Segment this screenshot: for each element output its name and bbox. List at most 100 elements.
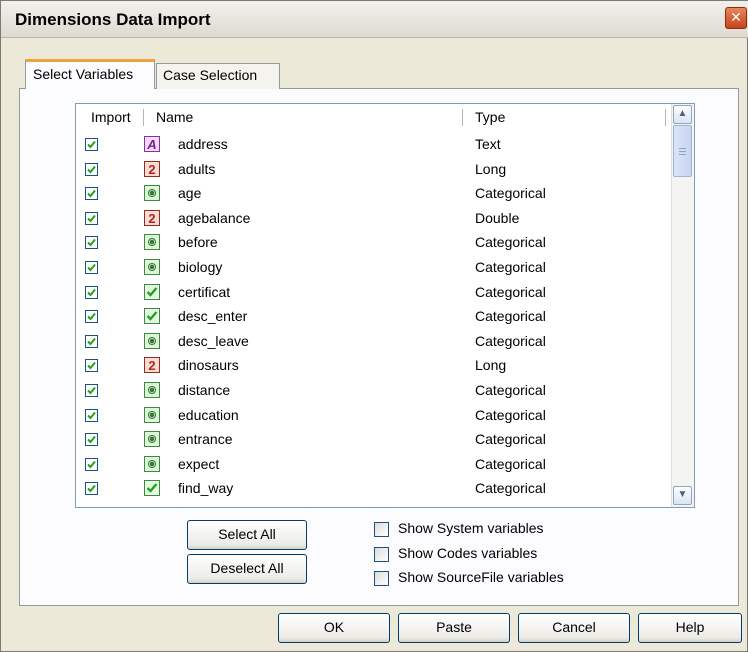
variable-name: distance (178, 382, 231, 398)
import-checkbox[interactable] (85, 285, 98, 299)
variable-name: expect (178, 455, 220, 472)
categorical-variable-icon (144, 406, 160, 423)
table-row[interactable]: 2 agebalance Double (76, 208, 672, 233)
import-checkbox[interactable] (85, 138, 98, 151)
table-row[interactable]: before Categorical (76, 232, 672, 257)
show-system-variables-checkbox[interactable] (374, 522, 389, 537)
column-divider[interactable] (462, 109, 463, 126)
table-row[interactable]: education Categorical (76, 405, 672, 430)
categorical-variable-icon (144, 382, 160, 398)
column-divider[interactable] (143, 109, 144, 126)
scroll-thumb[interactable] (673, 125, 692, 177)
variable-type: Categorical (475, 382, 546, 398)
variable-type: Categorical (475, 332, 546, 349)
type-column-header[interactable]: Type (475, 109, 505, 125)
select-all-button[interactable]: Select All (187, 520, 307, 550)
table-row[interactable]: age Categorical (76, 183, 672, 208)
table-row[interactable]: biology Categorical (76, 257, 672, 282)
show-sourcefile-variables-checkbox[interactable] (374, 571, 389, 586)
variable-type: Categorical (475, 406, 546, 423)
variable-name: before (178, 234, 218, 251)
variable-type: Text (475, 136, 501, 152)
tab-label: Case Selection (163, 67, 258, 83)
variable-type: Double (475, 209, 520, 226)
import-checkbox[interactable] (85, 482, 98, 496)
categorical-variable-icon (144, 431, 160, 448)
import-column-header[interactable]: Import (91, 109, 131, 125)
variable-type: Long (475, 160, 507, 177)
variable-name: dinosaurs (178, 357, 239, 374)
numeric-variable-icon: 2 (144, 209, 160, 226)
import-checkbox[interactable] (85, 408, 98, 422)
column-divider[interactable] (665, 109, 666, 126)
dialog-title: Dimensions Data Import (15, 10, 211, 29)
help-button[interactable]: Help (638, 613, 742, 643)
variables-list[interactable]: Import Name Type Aaddress Text 2 adults Long… (75, 103, 695, 508)
variable-name: education (178, 406, 239, 423)
vertical-scrollbar[interactable]: ▲ ▼ (671, 104, 694, 507)
paste-label: Paste (436, 619, 472, 635)
import-checkbox[interactable] (85, 457, 98, 471)
tab-select-variables[interactable]: Select Variables (25, 59, 155, 89)
variable-type: Categorical (475, 283, 546, 300)
close-button[interactable]: ✕ (725, 7, 747, 29)
title-bar[interactable]: Dimensions Data Import ✕ (1, 1, 748, 38)
table-row[interactable]: 2 adults Long (76, 159, 672, 184)
multi-response-variable-icon (144, 283, 160, 300)
tab-label: Select Variables (33, 66, 134, 82)
import-checkbox[interactable] (85, 162, 98, 176)
cancel-label: Cancel (552, 619, 596, 635)
import-checkbox[interactable] (85, 211, 98, 225)
variable-name: entrance (178, 431, 233, 448)
variable-type: Categorical (475, 234, 546, 251)
variable-type: Long (475, 357, 507, 374)
import-checkbox[interactable] (85, 310, 98, 324)
table-row[interactable]: find_way Categorical (76, 478, 672, 503)
import-checkbox[interactable] (85, 433, 98, 447)
import-checkbox[interactable] (85, 384, 98, 397)
select-all-label: Select All (218, 526, 276, 542)
grip-line (679, 154, 686, 155)
arrow-up-icon: ▲ (677, 108, 688, 119)
table-row[interactable]: desc_enter Categorical (76, 306, 672, 331)
close-icon: ✕ (730, 9, 742, 25)
table-row[interactable]: expect Categorical (76, 454, 672, 479)
table-row[interactable]: desc_leave Categorical (76, 331, 672, 356)
deselect-all-label: Deselect All (210, 560, 284, 576)
numeric-variable-icon: 2 (144, 357, 160, 374)
table-row[interactable]: certificat Categorical (76, 282, 672, 307)
variable-type: Categorical (475, 308, 546, 325)
show-sourcefile-variables-label: Show SourceFile variables (398, 569, 564, 585)
table-row[interactable]: Aaddress Text (76, 134, 672, 159)
multi-response-variable-icon (144, 480, 160, 497)
categorical-variable-icon (144, 234, 160, 251)
numeric-variable-icon: 2 (144, 160, 160, 177)
help-label: Help (675, 619, 705, 635)
grip-line (679, 148, 686, 149)
show-codes-variables-checkbox[interactable] (374, 547, 389, 562)
cancel-button[interactable]: Cancel (518, 613, 630, 643)
arrow-down-icon: ▼ (677, 489, 688, 500)
import-checkbox[interactable] (85, 359, 98, 373)
table-row[interactable]: entrance Categorical (76, 429, 672, 454)
scroll-down-button[interactable]: ▼ (673, 486, 692, 505)
show-system-variables-label: Show System variables (398, 520, 544, 536)
import-checkbox[interactable] (85, 261, 98, 274)
deselect-all-button[interactable]: Deselect All (187, 554, 307, 584)
import-checkbox[interactable] (85, 236, 98, 250)
tab-case-selection[interactable]: Case Selection (156, 63, 280, 89)
categorical-variable-icon (144, 259, 160, 275)
table-row[interactable]: 2 dinosaurs Long (76, 355, 672, 380)
import-checkbox[interactable] (85, 334, 98, 348)
table-row[interactable]: distance Categorical (76, 380, 672, 405)
variable-name: desc_leave (178, 332, 249, 349)
dimensions-data-import-dialog: Dimensions Data Import ✕ Select Variable… (0, 0, 748, 652)
scroll-up-button[interactable]: ▲ (673, 105, 692, 124)
ok-label: OK (323, 619, 345, 635)
ok-button[interactable]: OK (278, 613, 390, 643)
paste-button[interactable]: Paste (398, 613, 510, 643)
variable-type: Categorical (475, 259, 546, 275)
import-checkbox[interactable] (85, 187, 98, 201)
variable-name: find_way (178, 480, 234, 497)
name-column-header[interactable]: Name (156, 109, 193, 125)
